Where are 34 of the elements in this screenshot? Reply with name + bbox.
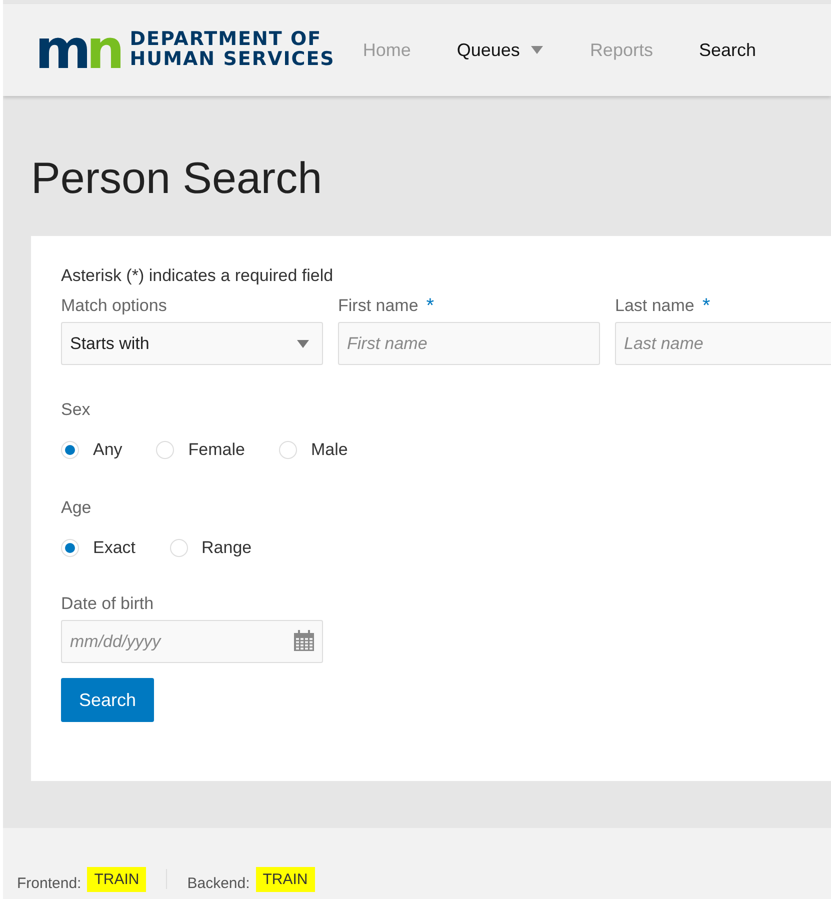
required-mark: *: [426, 296, 434, 316]
radio-button[interactable]: [156, 441, 174, 459]
group-label: Sex: [61, 400, 92, 420]
required-note: Asterisk (*) indicates a required field: [61, 266, 334, 286]
radio-option[interactable]: Male: [278, 440, 348, 460]
page-title: Person Search: [31, 154, 324, 204]
radio-option[interactable]: Exact: [61, 538, 136, 558]
field-label: Date of birth: [61, 594, 155, 614]
search-button[interactable]: Search: [61, 678, 154, 722]
radio-button[interactable]: [61, 539, 79, 557]
environment-tag: TRAIN: [87, 867, 146, 892]
required-mark: *: [702, 296, 710, 316]
radio-option[interactable]: Any: [61, 440, 122, 460]
field-label: Last name: [615, 296, 694, 316]
radio-button[interactable]: [278, 441, 297, 459]
field-label: First name: [338, 296, 418, 316]
radio-button[interactable]: [170, 539, 188, 557]
environment-tag: TRAIN: [256, 867, 315, 892]
nav-link[interactable]: Search: [698, 40, 756, 60]
date-field[interactable]: mm/dd/yyyy: [61, 620, 323, 663]
caret-icon: [530, 45, 544, 55]
radio-option[interactable]: Female: [156, 440, 245, 460]
caret-icon: [296, 338, 310, 348]
environment-label: Frontend:: [17, 875, 82, 892]
radio-button[interactable]: [61, 441, 79, 459]
field-label: Match options: [61, 296, 167, 316]
match-select[interactable]: Starts with: [61, 322, 323, 365]
nav-link[interactable]: Queues: [456, 40, 544, 60]
input-field[interactable]: First name: [338, 322, 600, 365]
environment-label: Backend:: [187, 875, 250, 892]
input-field[interactable]: Last name: [615, 322, 831, 365]
calendar-icon[interactable]: [293, 630, 315, 652]
radio-option[interactable]: Range: [170, 538, 252, 558]
group-label: Age: [61, 498, 92, 518]
